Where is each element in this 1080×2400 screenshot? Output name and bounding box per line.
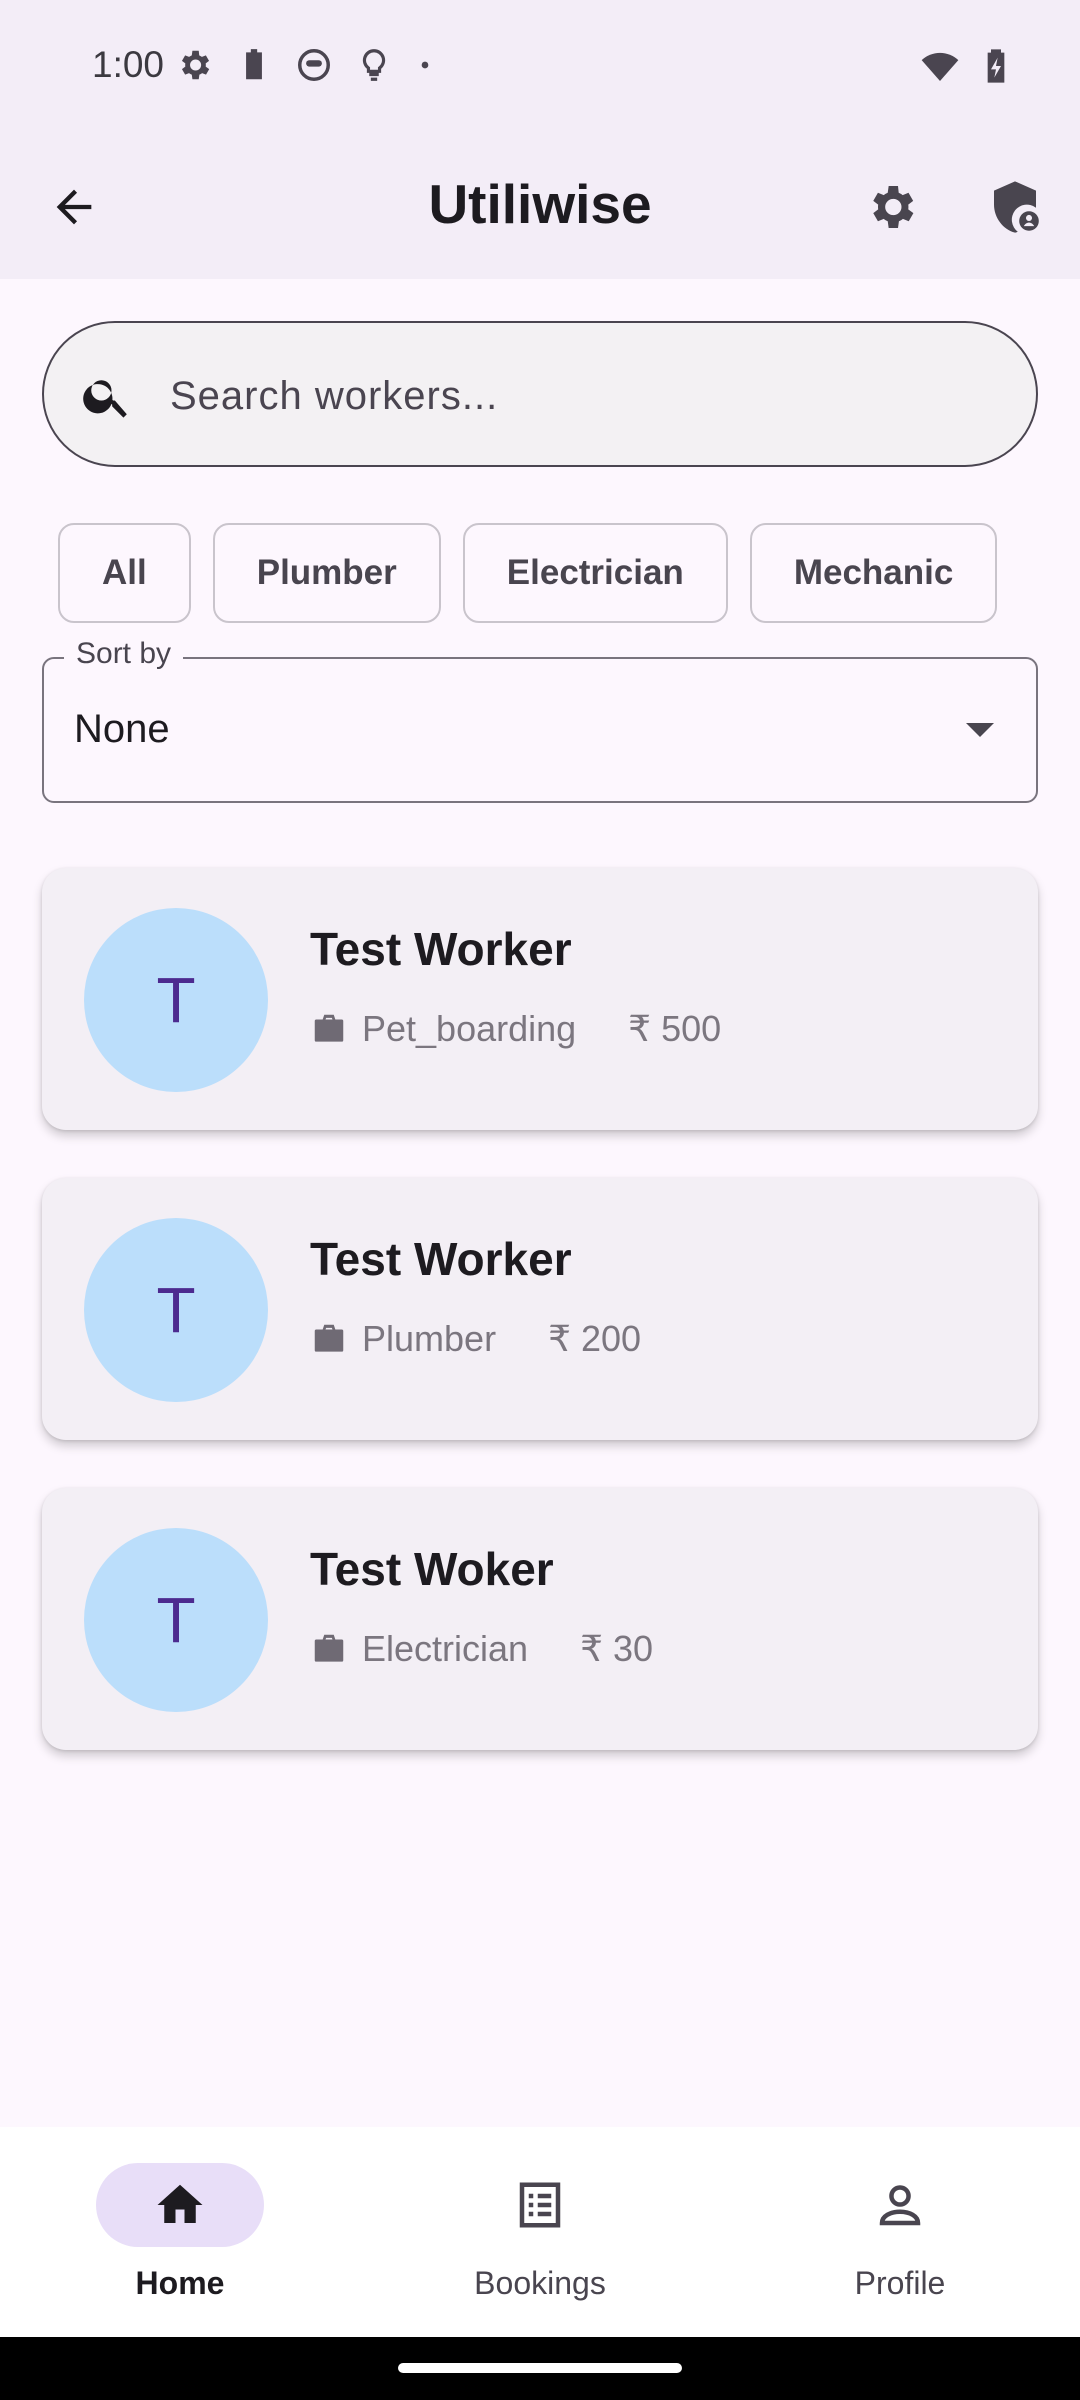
avatar: T [84, 1218, 268, 1402]
nav-label-home: Home [135, 2265, 225, 2301]
nav-icon-container [816, 2163, 984, 2247]
nav-item-home[interactable]: Home [30, 2163, 330, 2302]
rupee-icon: ₹ [548, 1318, 571, 1359]
status-bar: 1:00 [0, 0, 1080, 136]
list-alt-icon [519, 2182, 561, 2228]
worker-card[interactable]: T Test Worker Plumber ₹ 200 [42, 1178, 1038, 1440]
nav-item-bookings[interactable]: Bookings [390, 2163, 690, 2302]
worker-name: Test Woker [310, 1543, 554, 1595]
settings-status-icon [181, 50, 210, 80]
worker-price-value: 200 [580, 1318, 642, 1359]
worker-category: Plumber [362, 1318, 497, 1359]
dot-status-icon [421, 61, 429, 69]
briefcase-icon [314, 1324, 344, 1352]
worker-category: Pet_boarding [362, 1008, 577, 1049]
bottom-navigation: Home Bookings Profile [0, 2127, 1080, 2337]
avatar: T [84, 908, 268, 1092]
chip-plumber[interactable]: Plumber [212, 523, 441, 623]
worker-price: ₹ 500 [628, 1008, 721, 1050]
worker-name: Test Worker [310, 923, 572, 975]
clipboard-status-icon [246, 49, 262, 80]
sort-label: Sort by [64, 637, 184, 671]
search-bar[interactable] [42, 321, 1038, 467]
gear-icon [873, 186, 914, 228]
status-notification-icons [175, 46, 435, 84]
app-bar: Utiliwise [0, 136, 1080, 279]
briefcase-icon [314, 1014, 344, 1042]
worker-meta: Plumber ₹ 200 [310, 1318, 641, 1360]
status-time: 1:00 [92, 44, 165, 85]
search-icon [83, 380, 127, 418]
nav-label-bookings: Bookings [474, 2265, 606, 2301]
person-icon [879, 2185, 921, 2226]
home-gesture-handle[interactable] [398, 2363, 682, 2373]
worker-meta: Electrician ₹ 30 [310, 1628, 653, 1670]
nav-label-profile: Profile [854, 2265, 946, 2301]
worker-card[interactable]: T Test Worker Pet_boarding ₹ 500 [42, 868, 1038, 1130]
home-icon [157, 2184, 203, 2223]
avatar: T [84, 1528, 268, 1712]
worker-price-value: 30 [612, 1628, 654, 1669]
worker-price: ₹ 30 [580, 1628, 653, 1670]
dropdown-arrow-icon [966, 723, 994, 737]
worker-name: Test Worker [310, 1233, 572, 1285]
chip-electrician[interactable]: Electrician [462, 523, 728, 623]
worker-price-value: 500 [661, 1008, 722, 1049]
nav-item-profile[interactable]: Profile [750, 2163, 1050, 2302]
chip-mechanic[interactable]: Mechanic [749, 523, 998, 623]
worker-meta: Pet_boarding ₹ 500 [310, 1008, 721, 1050]
system-navigation-bar [0, 2337, 1080, 2400]
status-system-icons [920, 46, 1016, 86]
nav-icon-container [456, 2163, 624, 2247]
chip-all[interactable]: All [58, 523, 191, 623]
nav-active-indicator [96, 2163, 264, 2247]
briefcase-icon [314, 1634, 344, 1662]
rupee-icon: ₹ [580, 1628, 603, 1669]
worker-category: Electrician [362, 1628, 529, 1669]
category-filter-chips: All Plumber Electrician Mechanic [58, 523, 998, 623]
sort-selected-value: None [74, 707, 170, 751]
wifi-icon [921, 52, 959, 81]
rupee-icon: ₹ [628, 1008, 652, 1049]
search-input[interactable] [170, 363, 990, 429]
battery-charging-icon [987, 49, 1005, 83]
face-status-icon [298, 49, 330, 81]
sort-dropdown[interactable]: Sort by None [42, 637, 1038, 803]
admin-panel-button[interactable] [984, 176, 1046, 238]
worker-card[interactable]: T Test Woker Electrician ₹ 30 [42, 1488, 1038, 1750]
settings-button[interactable] [860, 176, 922, 238]
admin-shield-icon [994, 181, 1039, 233]
worker-price: ₹ 200 [548, 1318, 641, 1360]
lightbulb-status-icon [362, 49, 386, 81]
